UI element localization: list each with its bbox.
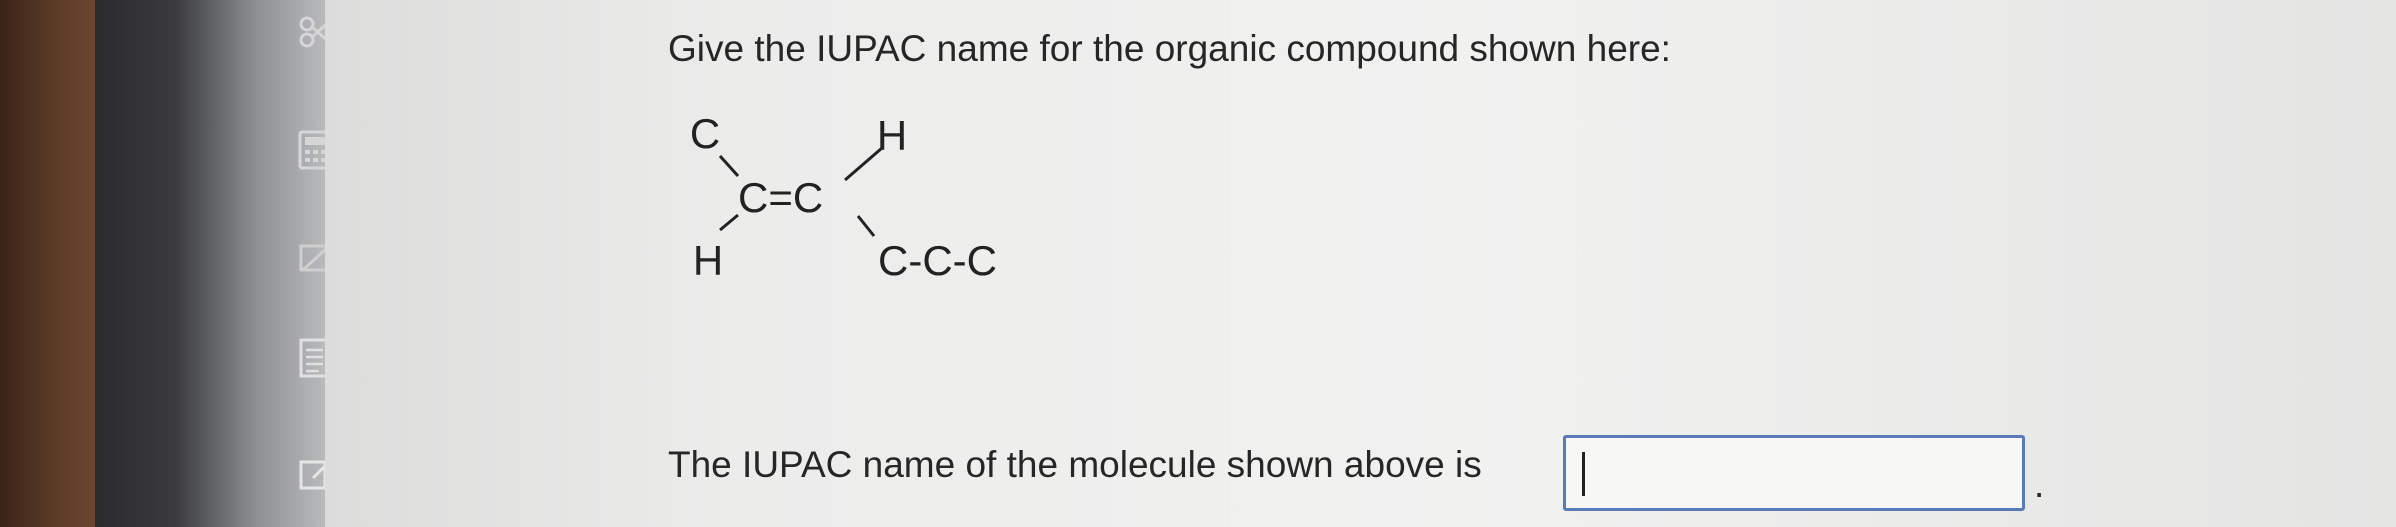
double-bond-label: C=C: [738, 174, 823, 221]
monitor-bezel: [95, 0, 332, 527]
atom-hydrogen-top-right: H: [877, 112, 907, 159]
propyl-chain-label: C-C-C: [878, 237, 997, 284]
desk-background: [0, 0, 95, 527]
answer-input[interactable]: [1563, 435, 2025, 511]
answer-label: The IUPAC name of the molecule shown abo…: [668, 444, 1482, 485]
trailing-period: .: [2034, 464, 2045, 505]
question-prompt: Give the IUPAC name for the organic comp…: [668, 28, 1671, 69]
text-cursor: [1582, 452, 1585, 496]
atom-carbon-top-left: C: [690, 110, 720, 157]
molecule-structure: C H C=C H C-C-C: [690, 110, 997, 284]
atom-hydrogen-bottom-left: H: [693, 237, 723, 284]
